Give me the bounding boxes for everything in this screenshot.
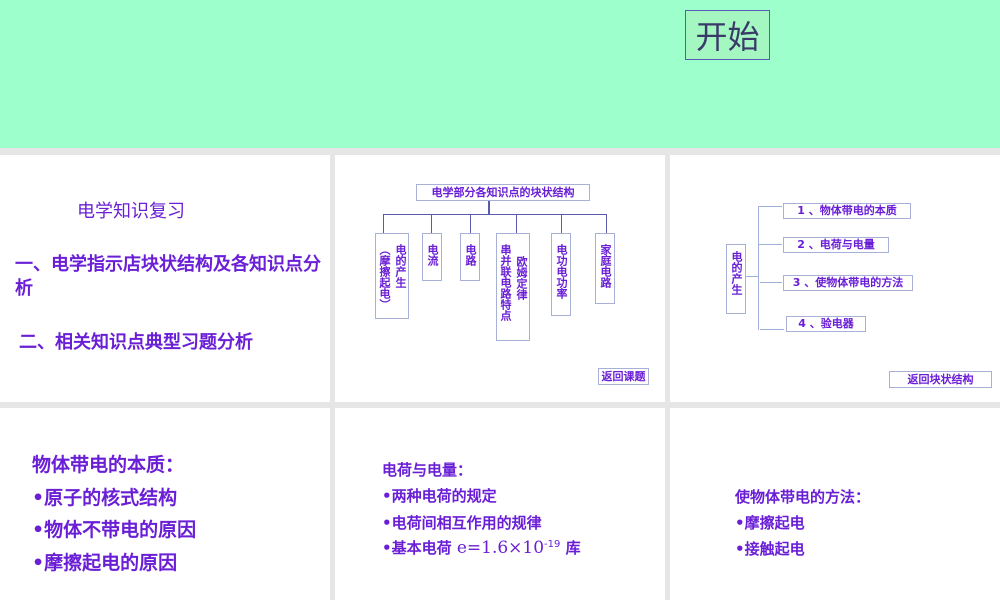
block-text: 电的产生 (394, 244, 407, 288)
block-text: 电路 (464, 244, 477, 266)
slide-thumbnail-6[interactable]: 使物体带电的方法： •摩擦起电 •接触起电 (670, 408, 1000, 600)
top-banner: 开始 (0, 0, 1000, 148)
slide-title: 电荷与电量： (382, 461, 473, 479)
slide-title: 使物体带电的方法： (735, 488, 871, 506)
diagram-block-charge-generation: （摩擦起电） 电的产生 (375, 233, 409, 319)
back-to-structure-button[interactable]: 返回块状结构 (889, 371, 992, 388)
connector (606, 214, 607, 233)
bullet-item: •接触起电 (735, 540, 805, 558)
connector (383, 214, 606, 215)
bullet-item-elementary-charge: •基本电荷 e=1.6×10-19 库 (382, 537, 581, 558)
block-text: 串并联电路特点 (499, 244, 512, 321)
connector (488, 201, 490, 214)
diagram-block-electric-power: 电功电功率 (551, 233, 571, 316)
diagram-item-4[interactable]: 4 、验电器 (786, 316, 866, 332)
bullet-item: •摩擦起电的原因 (32, 552, 178, 574)
slide-thumbnail-3[interactable]: 电的产生 1 、物体带电的本质 2 、电荷与电量 3 、使物体带电的方法 4 、… (670, 155, 1000, 402)
block-text: 电流 (426, 244, 439, 266)
bullet-item: •电荷间相互作用的规律 (382, 514, 542, 532)
connector (383, 214, 384, 233)
connector (758, 244, 782, 245)
diagram-root-box: 电的产生 (726, 244, 746, 314)
back-to-topic-button[interactable]: 返回课题 (598, 368, 649, 385)
bullet-item: •两种电荷的规定 (382, 487, 497, 505)
slide-thumbnail-5[interactable]: 电荷与电量： •两种电荷的规定 •电荷间相互作用的规律 •基本电荷 e=1.6×… (335, 408, 665, 600)
block-text: 家庭电路 (599, 244, 612, 288)
diagram-item-2[interactable]: 2 、电荷与电量 (783, 237, 889, 253)
diagram-block-household-circuit: 家庭电路 (595, 233, 615, 304)
formula-exponent: -19 (544, 539, 561, 550)
start-button[interactable]: 开始 (685, 10, 770, 60)
slide-thumbnail-1[interactable]: 电学知识复习 一、电学指示店块状结构及各知识点分析 二、相关知识点典型习题分析 (0, 155, 330, 402)
diagram-block-circuit: 电路 (460, 233, 480, 281)
connector (516, 214, 517, 233)
bullet-item: •摩擦起电 (735, 514, 805, 532)
slide-title: 物体带电的本质： (32, 454, 185, 476)
block-text: 欧姆定律 (515, 256, 528, 300)
connector (758, 206, 782, 207)
diagram-item-3[interactable]: 3 、使物体带电的方法 (783, 275, 913, 291)
connector (760, 329, 784, 330)
bullet-text: •基本电荷 (382, 539, 452, 557)
connector (470, 214, 471, 233)
block-text: （摩擦起电） (378, 244, 391, 310)
diagram-block-series-parallel-ohm: 串并联电路特点 欧姆定律 (496, 233, 530, 341)
slide-thumbnail-4[interactable]: 物体带电的本质： •原子的核式结构 •物体不带电的原因 •摩擦起电的原因 (0, 408, 330, 600)
diagram-item-1[interactable]: 1 、物体带电的本质 (783, 203, 911, 219)
connector (760, 282, 782, 283)
outline-item-2[interactable]: 二、相关知识点典型习题分析 (19, 328, 253, 354)
block-text: 电功电功率 (555, 244, 568, 299)
connector (758, 206, 759, 330)
formula: e=1.6×10 (456, 538, 545, 558)
bullet-item: •物体不带电的原因 (32, 519, 197, 541)
outline-item-1[interactable]: 一、电学指示店块状结构及各知识点分析 (15, 253, 325, 301)
slide-title: 电学知识复习 (77, 201, 185, 222)
slide-thumbnail-2[interactable]: 电学部分各知识点的块状结构 （摩擦起电） 电的产生 电流 电路 串并联电路特点 … (335, 155, 665, 402)
connector (431, 214, 432, 233)
diagram-block-current: 电流 (422, 233, 442, 281)
unit: 库 (565, 539, 581, 557)
block-text: 电的产生 (730, 251, 743, 295)
bullet-item: •原子的核式结构 (32, 487, 178, 509)
diagram-root-box: 电学部分各知识点的块状结构 (416, 184, 590, 201)
connector (561, 214, 562, 233)
